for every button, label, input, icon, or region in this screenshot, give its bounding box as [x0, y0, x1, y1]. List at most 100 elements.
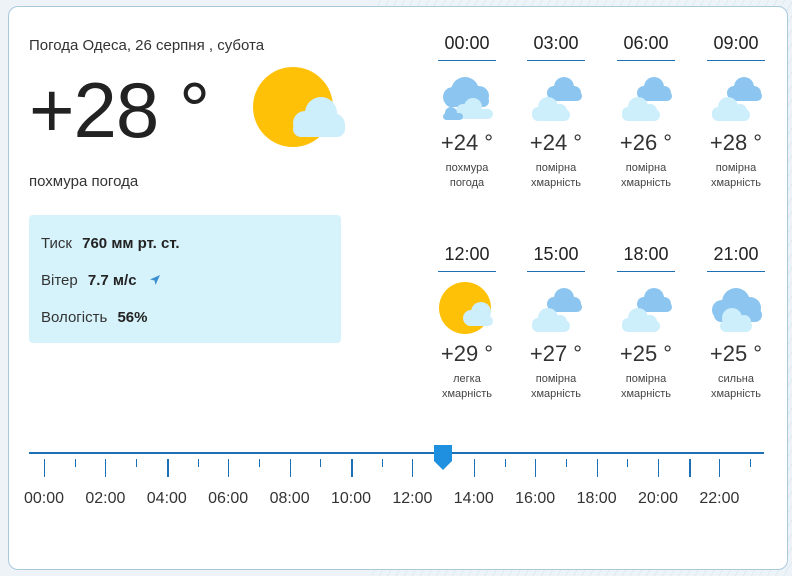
hour-temperature: +24 ° — [529, 130, 583, 155]
timeline-tick — [258, 459, 260, 467]
timeline-hour-label[interactable]: 10:00 — [326, 490, 376, 508]
hour-condition: помірна хмарність — [526, 161, 586, 191]
timeline-tick — [228, 459, 230, 477]
sun-cloud-icon — [253, 65, 353, 155]
hour-time: 00:00 — [444, 33, 490, 53]
timeline-hour-label[interactable]: 08:00 — [265, 490, 315, 508]
hour-temperature: +25 ° — [709, 341, 763, 366]
hourly-forecast-item: 12:00 +29 ° легка хмарність — [437, 243, 497, 402]
partly-cloudy-icon — [526, 280, 586, 336]
timeline-tick — [44, 459, 45, 477]
hourly-forecast-item: 15:00 +27 ° помірна хмарність — [526, 243, 586, 402]
heavy-cloud-icon — [706, 280, 766, 336]
hour-divider — [527, 271, 585, 272]
timeline-tick — [750, 459, 752, 467]
hour-condition-line1: помірна — [625, 162, 667, 174]
timeline-tick — [351, 459, 353, 477]
hour-condition-line1: помірна — [535, 373, 577, 385]
timeline-slider-thumb[interactable] — [432, 443, 454, 471]
pressure-value: 760 мм рт. ст. — [82, 235, 180, 252]
hour-condition: помірна хмарність — [616, 161, 676, 191]
timeline-hour-label[interactable]: 06:00 — [203, 490, 253, 508]
details-panel: Тиск 760 мм рт. ст. Вітер 7.7 м/с Вологі… — [29, 215, 341, 343]
hour-condition-line2: хмарність — [620, 388, 672, 400]
hour-condition: помірна хмарність — [706, 161, 766, 191]
hour-temperature: +24 ° — [440, 130, 494, 155]
timeline-hour-label[interactable]: 00:00 — [19, 490, 69, 508]
hour-condition: похмура погода — [437, 161, 497, 191]
timeline-tick — [289, 459, 291, 477]
hour-time: 06:00 — [623, 33, 669, 53]
timeline-tick — [658, 459, 659, 477]
hour-condition-line2: хмарність — [441, 388, 493, 400]
hour-divider — [438, 271, 496, 272]
timeline-hour-label[interactable]: 02:00 — [80, 490, 130, 508]
partly-cloudy-icon — [616, 280, 676, 336]
hourly-forecast-item: 21:00 +25 ° сильна хмарність — [706, 243, 766, 402]
pressure-row: Тиск 760 мм рт. ст. — [41, 235, 180, 252]
timeline-hour-label[interactable]: 16:00 — [510, 490, 560, 508]
timeline-tick — [719, 459, 721, 477]
current-condition: похмура погода — [29, 173, 139, 190]
overcast-icon — [437, 69, 497, 125]
timeline-hour-label[interactable]: 12:00 — [387, 490, 437, 508]
hour-condition: легка хмарність — [437, 372, 497, 402]
hour-divider — [527, 60, 585, 61]
hour-divider — [617, 271, 675, 272]
current-temperature: +28 ° — [29, 66, 210, 154]
hour-divider — [617, 60, 675, 61]
hour-time: 18:00 — [623, 244, 669, 264]
hour-condition: помірна хмарність — [616, 372, 676, 402]
wind-direction-arrow-icon — [149, 273, 161, 285]
hour-condition-line2: хмарність — [710, 177, 762, 189]
hourly-forecast-item: 06:00 +26 ° помірна хмарність — [616, 32, 676, 191]
hour-temperature: +25 ° — [619, 341, 673, 366]
hour-condition-line2: погода — [449, 177, 485, 189]
timeline-tick — [627, 459, 629, 467]
partly-cloudy-icon — [616, 69, 676, 125]
timeline-hour-label[interactable]: 04:00 — [142, 490, 192, 508]
hour-condition-line1: легка — [453, 373, 481, 385]
timeline-tick — [473, 459, 475, 477]
timeline-hour-label[interactable]: 22:00 — [694, 490, 744, 508]
weather-card: Погода Одеса, 26 серпня , субота +28 ° п… — [8, 6, 788, 570]
timeline-tick — [136, 459, 138, 467]
timeline-hour-label[interactable]: 14:00 — [449, 490, 499, 508]
humidity-label: Вологість — [41, 309, 108, 326]
hour-condition-line2: хмарність — [530, 177, 582, 189]
timeline-hour-label[interactable]: 18:00 — [572, 490, 622, 508]
pressure-label: Тиск — [41, 235, 72, 252]
hourly-forecast-item: 18:00 +25 ° помірна хмарність — [616, 243, 676, 402]
hourly-forecast-item: 00:00 +24 ° похмура погода — [437, 32, 497, 191]
timeline-tick — [504, 459, 506, 467]
wind-label: Вітер — [41, 272, 78, 289]
humidity-value: 56% — [117, 309, 148, 326]
hourly-forecast-item: 03:00 +24 ° помірна хмарність — [526, 32, 586, 191]
timeline-tick — [688, 459, 691, 477]
sun-cloud-icon — [437, 280, 497, 336]
wind-value: 7.7 м/с — [87, 272, 137, 289]
timeline-tick — [381, 459, 383, 467]
hour-temperature: +28 ° — [709, 130, 763, 155]
hour-condition-line1: помірна — [535, 162, 577, 174]
hour-temperature: +29 ° — [440, 341, 494, 366]
hour-condition-line2: хмарність — [710, 388, 762, 400]
timeline-tick — [166, 459, 169, 477]
timeline-hour-label[interactable]: 20:00 — [633, 490, 683, 508]
timeline-tick — [74, 459, 76, 467]
hour-time: 09:00 — [713, 33, 759, 53]
hour-condition: сильна хмарність — [706, 372, 766, 402]
hour-time: 03:00 — [533, 33, 579, 53]
timeline-tick — [105, 459, 107, 477]
hour-condition-line2: хмарність — [530, 388, 582, 400]
partly-cloudy-icon — [706, 69, 766, 125]
timeline-track[interactable] — [29, 452, 764, 454]
timeline-tick — [412, 459, 414, 477]
timeline-tick — [596, 459, 598, 477]
wind-row: Вітер 7.7 м/с — [41, 272, 161, 289]
hour-condition-line1: помірна — [715, 162, 757, 174]
page-title: Погода Одеса, 26 серпня , субота — [29, 37, 265, 54]
hour-time: 12:00 — [444, 244, 490, 264]
hour-condition: помірна хмарність — [526, 372, 586, 402]
hour-temperature: +26 ° — [619, 130, 673, 155]
